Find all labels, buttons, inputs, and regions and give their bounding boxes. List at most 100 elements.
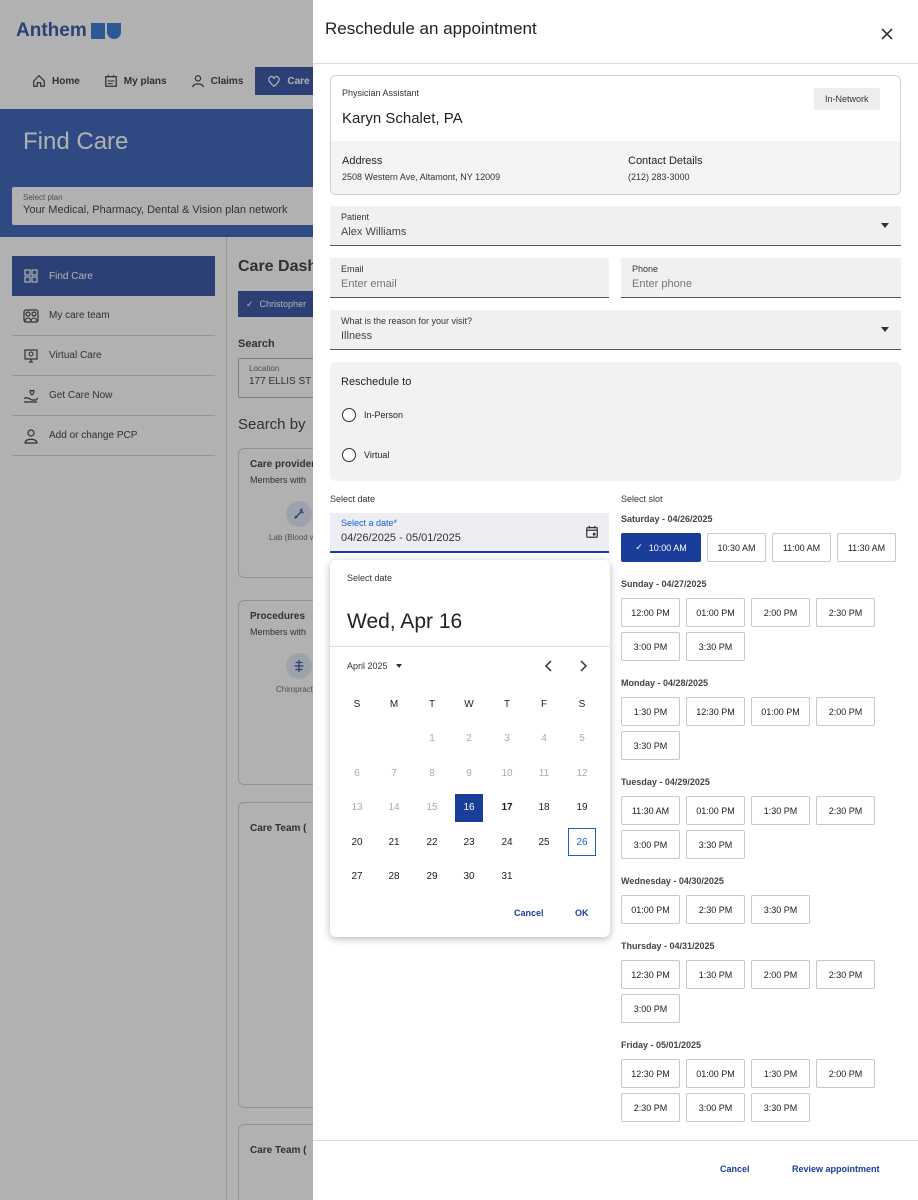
time-slot[interactable]: 3:30 PM bbox=[686, 632, 745, 661]
time-slot[interactable]: 12:30 PM bbox=[621, 1059, 680, 1088]
time-slot[interactable]: 12:30 PM bbox=[686, 697, 745, 726]
calendar-day[interactable]: 20 bbox=[343, 828, 371, 856]
calendar-day[interactable]: 2 bbox=[455, 725, 483, 753]
time-slot[interactable]: 01:00 PM bbox=[686, 796, 745, 825]
calendar-day[interactable]: 17 bbox=[493, 794, 521, 822]
date-field-value: 04/26/2025 - 05/01/2025 bbox=[341, 532, 461, 544]
calendar-day[interactable]: 3 bbox=[493, 725, 521, 753]
radio-label: In-Person bbox=[364, 410, 404, 420]
radio-in-person[interactable]: In-Person bbox=[342, 408, 403, 422]
time-slot-label: 01:00 PM bbox=[696, 607, 735, 618]
calendar-day[interactable]: 9 bbox=[455, 759, 483, 787]
calendar-icon[interactable] bbox=[585, 525, 599, 539]
calendar-day[interactable]: 8 bbox=[418, 759, 446, 787]
time-slot[interactable]: 01:00 PM bbox=[686, 598, 745, 627]
picker-cancel-button[interactable]: Cancel bbox=[514, 908, 544, 918]
close-icon[interactable] bbox=[878, 25, 896, 43]
picker-ok-button[interactable]: OK bbox=[575, 908, 589, 918]
time-slot[interactable]: 12:00 PM bbox=[621, 598, 680, 627]
chevron-right-icon[interactable] bbox=[576, 659, 590, 673]
calendar-day[interactable]: 19 bbox=[568, 794, 596, 822]
calendar-day[interactable]: 24 bbox=[493, 828, 521, 856]
time-slot[interactable]: 01:00 PM bbox=[751, 697, 810, 726]
calendar-day[interactable]: 27 bbox=[343, 863, 371, 891]
calendar-day[interactable]: 4 bbox=[530, 725, 558, 753]
divider bbox=[330, 646, 610, 647]
reason-select[interactable]: What is the reason for your visit? Illne… bbox=[330, 310, 901, 350]
time-slot[interactable]: 2:30 PM bbox=[816, 796, 875, 825]
calendar-day[interactable]: 28 bbox=[380, 863, 408, 891]
calendar-day[interactable]: 13 bbox=[343, 794, 371, 822]
time-slot-label: 01:00 PM bbox=[761, 706, 800, 717]
weekday-header: S bbox=[578, 698, 586, 710]
calendar-day[interactable]: 7 bbox=[380, 759, 408, 787]
calendar-day[interactable]: 31 bbox=[493, 863, 521, 891]
time-slot[interactable]: 2:00 PM bbox=[751, 960, 810, 989]
time-slot[interactable]: 2:30 PM bbox=[816, 598, 875, 627]
date-range-field[interactable]: Select a date* 04/26/2025 - 05/01/2025 bbox=[330, 513, 609, 553]
calendar-day[interactable]: 5 bbox=[568, 725, 596, 753]
time-slot-selected[interactable]: ✓ 10:00 AM bbox=[621, 533, 701, 562]
calendar-day[interactable]: 12 bbox=[568, 759, 596, 787]
calendar-day[interactable]: 14 bbox=[380, 794, 408, 822]
time-slot[interactable]: 2:30 PM bbox=[686, 895, 745, 924]
email-field[interactable]: Email bbox=[330, 258, 609, 298]
email-input[interactable] bbox=[341, 278, 598, 290]
calendar-day[interactable]: 30 bbox=[455, 863, 483, 891]
calendar-day[interactable]: 26 bbox=[568, 828, 596, 856]
time-slot[interactable]: 3:30 PM bbox=[621, 731, 680, 760]
time-slot[interactable]: 01:00 PM bbox=[621, 895, 680, 924]
month-selector[interactable]: April 2025 bbox=[347, 661, 402, 671]
modal-title: Reschedule an appointment bbox=[325, 19, 537, 38]
calendar-day[interactable]: 23 bbox=[455, 828, 483, 856]
phone-input[interactable] bbox=[632, 278, 890, 290]
time-slot[interactable]: 11:30 AM bbox=[621, 796, 680, 825]
radio-virtual[interactable]: Virtual bbox=[342, 448, 389, 462]
slot-day-heading: Thursday - 04/31/2025 bbox=[621, 941, 715, 951]
time-slot[interactable]: 3:30 PM bbox=[751, 895, 810, 924]
time-slot[interactable]: 3:30 PM bbox=[686, 830, 745, 859]
time-slot[interactable]: 2:30 PM bbox=[816, 960, 875, 989]
calendar-day[interactable]: 15 bbox=[418, 794, 446, 822]
review-appointment-button[interactable]: Review appointment bbox=[792, 1164, 880, 1174]
time-slot-label: 2:00 PM bbox=[763, 969, 798, 980]
calendar-day[interactable]: 25 bbox=[530, 828, 558, 856]
radio-circle[interactable] bbox=[342, 408, 356, 422]
time-slot[interactable]: 2:00 PM bbox=[751, 598, 810, 627]
time-slot[interactable]: 1:30 PM bbox=[751, 796, 810, 825]
phone-field[interactable]: Phone bbox=[621, 258, 901, 298]
slot-day-heading: Tuesday - 04/29/2025 bbox=[621, 777, 710, 787]
time-slot-label: 12:30 PM bbox=[696, 706, 735, 717]
cancel-button[interactable]: Cancel bbox=[720, 1164, 750, 1174]
time-slot[interactable]: 01:00 PM bbox=[686, 1059, 745, 1088]
patient-select[interactable]: Patient Alex Williams bbox=[330, 206, 901, 246]
calendar-day[interactable]: 29 bbox=[418, 863, 446, 891]
time-slot[interactable]: 2:00 PM bbox=[816, 697, 875, 726]
time-slot[interactable]: 3:00 PM bbox=[621, 632, 680, 661]
time-slot[interactable]: 2:30 PM bbox=[621, 1093, 680, 1122]
time-slot[interactable]: 12:30 PM bbox=[621, 960, 680, 989]
chevron-left-icon[interactable] bbox=[542, 659, 556, 673]
time-slot[interactable]: 3:00 PM bbox=[621, 830, 680, 859]
time-slot[interactable]: 1:30 PM bbox=[751, 1059, 810, 1088]
time-slot-label: 11:30 AM bbox=[847, 542, 886, 553]
radio-circle[interactable] bbox=[342, 448, 356, 462]
time-slot[interactable]: 11:00 AM bbox=[772, 533, 831, 562]
calendar-day[interactable]: 21 bbox=[380, 828, 408, 856]
time-slot[interactable]: 1:30 PM bbox=[621, 697, 680, 726]
time-slot[interactable]: 10:30 AM bbox=[707, 533, 766, 562]
time-slot[interactable]: 1:30 PM bbox=[686, 960, 745, 989]
time-slot[interactable]: 3:30 PM bbox=[751, 1093, 810, 1122]
calendar-day[interactable]: 6 bbox=[343, 759, 371, 787]
weekday-header: T bbox=[428, 698, 436, 710]
calendar-day[interactable]: 10 bbox=[493, 759, 521, 787]
time-slot[interactable]: 3:00 PM bbox=[686, 1093, 745, 1122]
time-slot[interactable]: 3:00 PM bbox=[621, 994, 680, 1023]
calendar-day[interactable]: 11 bbox=[530, 759, 558, 787]
calendar-day[interactable]: 1 bbox=[418, 725, 446, 753]
time-slot[interactable]: 11:30 AM bbox=[837, 533, 896, 562]
calendar-day[interactable]: 18 bbox=[530, 794, 558, 822]
time-slot[interactable]: 2:00 PM bbox=[816, 1059, 875, 1088]
calendar-day[interactable]: 22 bbox=[418, 828, 446, 856]
calendar-day[interactable]: 16 bbox=[455, 793, 483, 822]
